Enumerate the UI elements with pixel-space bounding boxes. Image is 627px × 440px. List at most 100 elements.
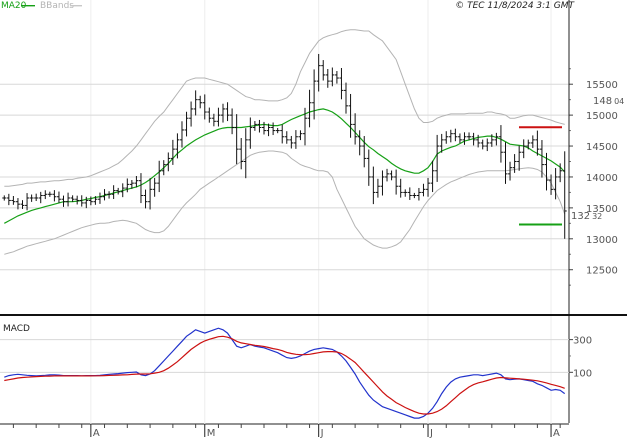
price-bar — [38, 191, 43, 204]
stock-chart: AMJJA 1250013000135001400014500150001550… — [0, 0, 627, 439]
price-bar — [498, 125, 503, 163]
price-bar — [234, 114, 239, 165]
price-bar — [503, 142, 508, 184]
price-bar — [61, 195, 66, 207]
price-bar — [448, 129, 453, 143]
price-bar — [371, 166, 376, 205]
price-bar — [426, 177, 431, 197]
price-bar — [398, 178, 403, 198]
price-bar — [243, 128, 248, 179]
price-bar — [467, 132, 472, 140]
support-label: 132 32 — [571, 211, 602, 222]
price-bar — [494, 132, 499, 146]
bbands-legend-label: BBands — [40, 1, 74, 11]
x-tick-label-0: A — [93, 428, 100, 439]
macd-y-tick-label-0: 100 — [573, 368, 592, 379]
price-bar — [416, 187, 421, 201]
price-bar — [97, 192, 102, 204]
price-y-tick-label-0: 12500 — [586, 266, 618, 277]
price-y-tick-label-4: 14500 — [586, 142, 618, 153]
price-bar — [11, 196, 16, 205]
price-bar — [271, 122, 276, 136]
price-bar — [189, 101, 194, 127]
price-bar — [230, 108, 235, 135]
price-bar — [56, 191, 61, 203]
price-y-tick-label-1: 13000 — [586, 235, 618, 246]
bb-upper-line — [4, 29, 565, 187]
price-bar — [43, 190, 48, 200]
price-bar — [517, 145, 522, 171]
price-bar — [389, 170, 394, 181]
price-bar — [70, 195, 75, 202]
price-y-tick-label-3: 14000 — [586, 173, 618, 184]
x-tick-label-4: A — [553, 428, 560, 439]
price-bar — [457, 133, 462, 144]
price-bar — [394, 169, 399, 195]
price-bar — [298, 130, 303, 141]
price-bar — [353, 113, 358, 145]
price-bar — [289, 135, 294, 149]
price-bar — [248, 117, 253, 149]
price-bar — [435, 134, 440, 182]
price-bar — [239, 138, 244, 170]
price-bar — [562, 151, 567, 239]
price-bar — [161, 160, 166, 176]
price-bar — [261, 121, 266, 135]
price-bar — [170, 139, 175, 165]
price-bar — [330, 67, 335, 87]
price-bar — [485, 138, 490, 152]
price-bar — [284, 131, 289, 144]
price-bar — [325, 68, 330, 88]
x-tick-label-2: J — [320, 428, 324, 439]
price-bar — [307, 89, 312, 128]
price-bar — [225, 102, 230, 122]
price-bar — [34, 193, 39, 202]
price-bar — [6, 193, 11, 206]
price-bar — [549, 174, 554, 195]
price-bar — [179, 121, 184, 148]
price-bar — [375, 178, 380, 198]
ma20-legend-label: MA20 — [1, 1, 27, 11]
price-bar — [198, 95, 203, 109]
price-bar — [257, 119, 262, 133]
x-tick-label-3: J — [429, 428, 433, 439]
macd-y-tick-label-1: 300 — [573, 336, 592, 347]
price-bar — [344, 82, 349, 114]
price-bar — [29, 194, 34, 202]
price-bar — [52, 190, 57, 202]
price-bar — [521, 139, 526, 159]
price-bar — [316, 53, 321, 92]
price-bar — [193, 90, 198, 116]
price-bar — [47, 191, 52, 197]
price-bar — [334, 71, 339, 84]
price-bar — [134, 175, 139, 188]
price-bar — [444, 131, 449, 144]
price-bar — [2, 195, 7, 201]
price-bar — [357, 130, 362, 156]
resistance-label: 148 04 — [593, 96, 624, 107]
price-bar — [143, 189, 148, 209]
ma20-line — [4, 108, 566, 224]
price-bar — [430, 160, 435, 193]
price-y-tick-label-6: 15500 — [586, 80, 618, 91]
price-bar — [157, 160, 162, 193]
price-bar — [535, 130, 540, 156]
price-bar — [462, 132, 467, 145]
x-tick-label-1: M — [207, 428, 216, 439]
price-bar — [453, 128, 458, 142]
source-timestamp: © TEC 11/8/2024 3:1 GMT — [455, 1, 575, 11]
price-bar — [421, 183, 426, 197]
macd-title: MACD — [3, 324, 30, 334]
price-bar — [280, 124, 285, 144]
price-bar — [216, 107, 221, 127]
price-bar — [407, 187, 412, 200]
price-bar — [312, 69, 317, 120]
macd-line — [4, 327, 566, 419]
price-bar — [211, 113, 216, 127]
bbands-legend-swatch — [70, 5, 82, 7]
price-bar — [412, 192, 417, 199]
price-bar — [385, 168, 390, 182]
price-bar — [66, 192, 71, 207]
price-bar — [480, 139, 485, 150]
price-bar — [348, 93, 353, 138]
